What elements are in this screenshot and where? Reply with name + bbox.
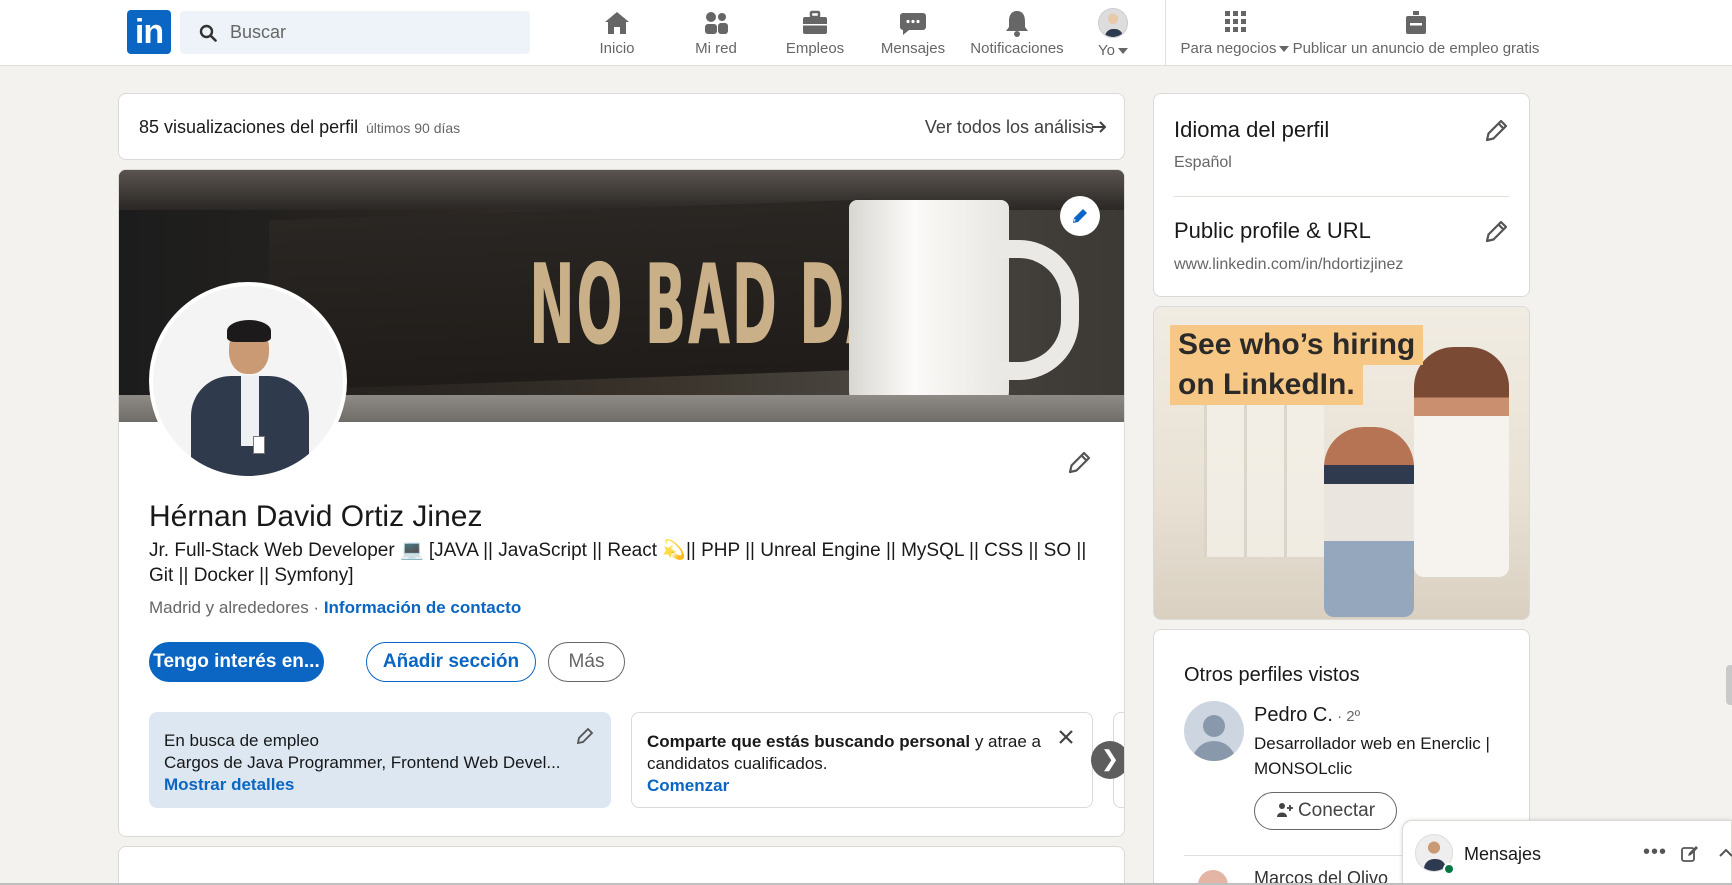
- ad-person-left: [1324, 427, 1414, 617]
- chevron-down-icon: [1279, 46, 1290, 53]
- open-to-work-box: En busca de empleo Cargos de Java Progra…: [149, 712, 611, 808]
- chevron-up-icon[interactable]: [1718, 845, 1732, 861]
- home-icon: [601, 8, 633, 38]
- open-to-work-title: En busca de empleo: [164, 731, 319, 750]
- nav-notifications-label: Notificaciones: [970, 40, 1064, 57]
- nav-messaging-label: Mensajes: [880, 40, 946, 57]
- photo-badge: [253, 436, 265, 454]
- edit-url-pencil-icon[interactable]: [1483, 217, 1511, 245]
- user-avatar: [1098, 8, 1128, 38]
- nav-jobs-label: Empleos: [785, 40, 845, 57]
- profile-views-card: 85 visualizaciones del perfil últimos 90…: [118, 93, 1125, 160]
- next-section-card: [118, 846, 1125, 885]
- nav-business[interactable]: Para negocios: [1180, 8, 1290, 60]
- pencil-icon[interactable]: [575, 726, 595, 746]
- ad-headline: See who’s hiring on LinkedIn.: [1170, 325, 1424, 405]
- nav-home[interactable]: Inicio: [582, 8, 652, 60]
- divider: [1174, 196, 1509, 197]
- profile-headline: Jr. Full-Stack Web Developer 💻 [JAVA || …: [149, 540, 1087, 586]
- messaging-label: Mensajes: [1464, 844, 1542, 864]
- nav-network[interactable]: Mi red: [681, 8, 751, 60]
- briefcase-icon: [799, 8, 831, 38]
- nav-post-job-label: Publicar un anuncio de empleo gratis: [1292, 40, 1540, 57]
- profile-location: Madrid y alrededores · Información de co…: [149, 598, 522, 617]
- pencil-icon: [1073, 209, 1087, 223]
- nav-business-label: Para negocios: [1181, 40, 1290, 57]
- compose-icon[interactable]: [1680, 845, 1698, 863]
- network-icon: [700, 8, 732, 38]
- profile-language-value: Español: [1174, 154, 1232, 171]
- search-icon: [199, 24, 217, 42]
- more-button[interactable]: Más: [548, 642, 625, 682]
- nav-messaging[interactable]: Mensajes: [873, 8, 953, 60]
- public-profile-title: Public profile & URL: [1174, 218, 1371, 243]
- edit-banner-button[interactable]: [1060, 196, 1100, 236]
- person-name[interactable]: Pedro C. · 2º: [1254, 704, 1360, 727]
- arrow-right-icon: [1092, 121, 1107, 133]
- open-to-work-detail: Cargos de Java Programmer, Frontend Web …: [164, 753, 561, 772]
- nav-home-label: Inicio: [599, 40, 635, 57]
- bell-icon: [1001, 8, 1033, 38]
- hiring-ad[interactable]: See who’s hiring on LinkedIn.: [1153, 306, 1530, 620]
- hiring-box: Comparte que estás buscando personal y a…: [631, 712, 1093, 808]
- nav-me[interactable]: Yo: [1083, 8, 1143, 60]
- connection-degree: · 2º: [1332, 708, 1361, 725]
- profile-name: Hérnan David Ortiz Jinez: [149, 500, 483, 533]
- nav-jobs[interactable]: Empleos: [780, 8, 850, 60]
- carousel-next-button[interactable]: ❯: [1091, 741, 1124, 779]
- linkedin-logo[interactable]: in: [127, 10, 171, 54]
- chevron-down-icon: [1117, 48, 1128, 55]
- see-all-analytics-link[interactable]: Ver todos los análisis: [925, 117, 1094, 138]
- apps-grid-icon: [1219, 8, 1251, 38]
- ad-person-right: [1414, 347, 1509, 577]
- nav-me-label: Yo: [1098, 42, 1128, 59]
- profile-top-card: NO BAD DAYS Hérnan David Ortiz Jinez Jr.…: [118, 169, 1125, 837]
- edit-intro-pencil-icon[interactable]: [1066, 448, 1094, 476]
- people-also-viewed-title: Otros perfiles vistos: [1184, 664, 1360, 686]
- online-status-dot: [1443, 863, 1455, 875]
- nav-network-label: Mi red: [695, 40, 737, 57]
- profile-views-count[interactable]: 85 visualizaciones del perfil: [139, 117, 358, 138]
- add-section-button[interactable]: Añadir sección: [366, 642, 536, 682]
- profile-photo[interactable]: [149, 282, 347, 480]
- nav-post-job[interactable]: Publicar un anuncio de empleo gratis: [1292, 8, 1540, 60]
- profile-language-title: Idioma del perfil: [1174, 117, 1330, 142]
- open-to-button[interactable]: Tengo interés en...: [149, 642, 324, 682]
- get-started-link[interactable]: Comenzar: [647, 776, 729, 796]
- nav-divider: [1165, 0, 1166, 66]
- nav-notifications[interactable]: Notificaciones: [962, 8, 1072, 60]
- scroll-handle[interactable]: [1726, 665, 1732, 705]
- more-options-icon[interactable]: •••: [1643, 841, 1667, 864]
- avatar-head: [1203, 715, 1225, 737]
- hiring-line: candidatos cualificados.: [647, 754, 828, 773]
- edit-language-pencil-icon[interactable]: [1483, 116, 1511, 144]
- messaging-overlay[interactable]: Mensajes •••: [1402, 820, 1732, 885]
- hiring-title: Comparte que estás buscando personal y a…: [647, 732, 1041, 751]
- global-nav: in Inicio Mi red Empleos Mensajes: [0, 0, 1732, 66]
- search-input[interactable]: [230, 11, 520, 54]
- banner-mug: [849, 200, 1009, 422]
- post-job-icon: [1400, 8, 1432, 38]
- public-profile-url[interactable]: www.linkedin.com/in/hdortizjinez: [1174, 256, 1403, 274]
- chat-icon: [897, 8, 929, 38]
- profile-views-period: últimos 90 días: [366, 120, 461, 136]
- close-icon[interactable]: [1056, 727, 1076, 747]
- person-headline: Desarrollador web en Enerclic | MONSOLcl…: [1254, 734, 1490, 778]
- person-avatar[interactable]: [1184, 701, 1244, 761]
- connect-button[interactable]: Conectar: [1254, 792, 1397, 830]
- show-details-link[interactable]: Mostrar detalles: [164, 775, 294, 795]
- add-person-icon: [1276, 803, 1293, 817]
- profile-settings-card: Idioma del perfil Español Public profile…: [1153, 93, 1530, 297]
- ad-window: [1204, 387, 1324, 557]
- banner-mug-handle: [989, 240, 1079, 380]
- contact-info-link[interactable]: Información de contacto: [324, 598, 521, 617]
- search-bar[interactable]: [180, 11, 530, 54]
- photo-hair: [227, 320, 271, 342]
- avatar-body: [1192, 741, 1236, 761]
